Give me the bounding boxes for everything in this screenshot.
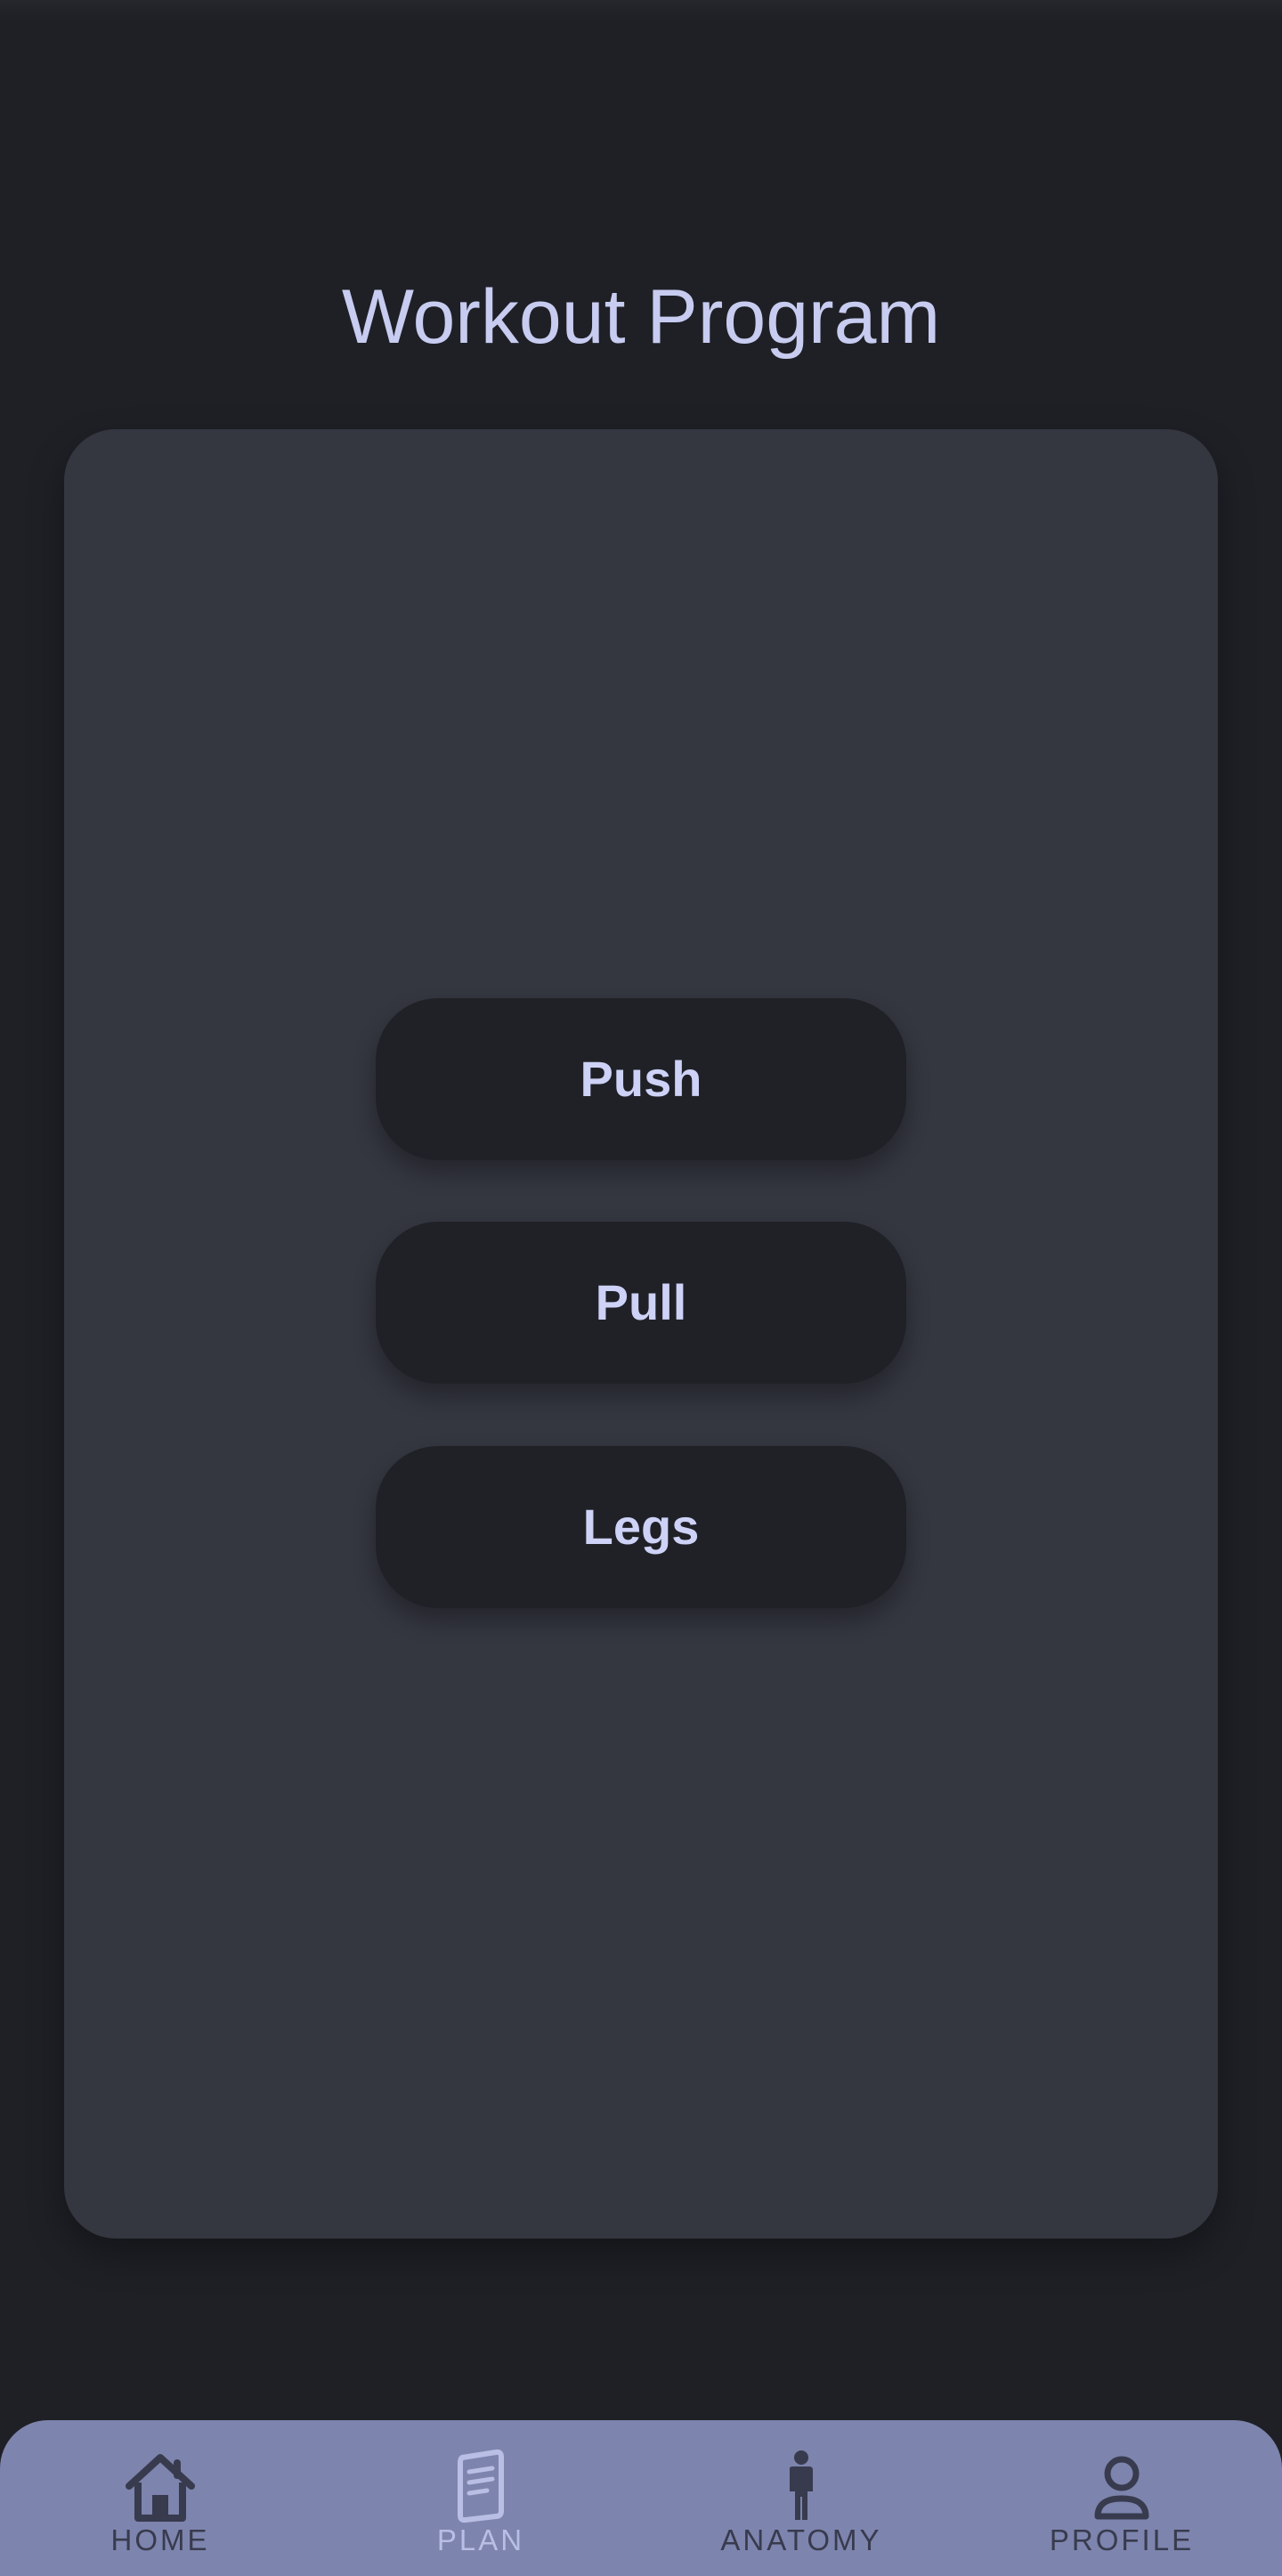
nav-item-home[interactable]: HOME — [0, 2420, 320, 2576]
person-icon — [1094, 2456, 1149, 2520]
document-icon — [458, 2449, 504, 2523]
push-button[interactable]: Push — [376, 998, 906, 1160]
home-icon — [126, 2454, 195, 2522]
body-icon — [790, 2450, 813, 2520]
pull-button[interactable]: Pull — [376, 1222, 906, 1384]
app-screen: Workout Program Push Pull Legs HOME PLAN — [0, 0, 1282, 2576]
bottom-navigation: HOME PLAN ANATOMY PROFILE — [0, 2420, 1282, 2576]
nav-item-anatomy[interactable]: ANATOMY — [641, 2420, 961, 2576]
page-title: Workout Program — [341, 274, 941, 360]
nav-label-profile: PROFILE — [1049, 2523, 1195, 2556]
nav-item-profile[interactable]: PROFILE — [961, 2420, 1282, 2576]
status-bar-shade — [0, 0, 1282, 20]
nav-label-home: HOME — [110, 2523, 210, 2556]
nav-item-plan[interactable]: PLAN — [320, 2420, 641, 2576]
nav-label-anatomy: ANATOMY — [720, 2523, 882, 2556]
nav-label-plan: PLAN — [436, 2523, 525, 2556]
legs-button[interactable]: Legs — [376, 1446, 906, 1608]
